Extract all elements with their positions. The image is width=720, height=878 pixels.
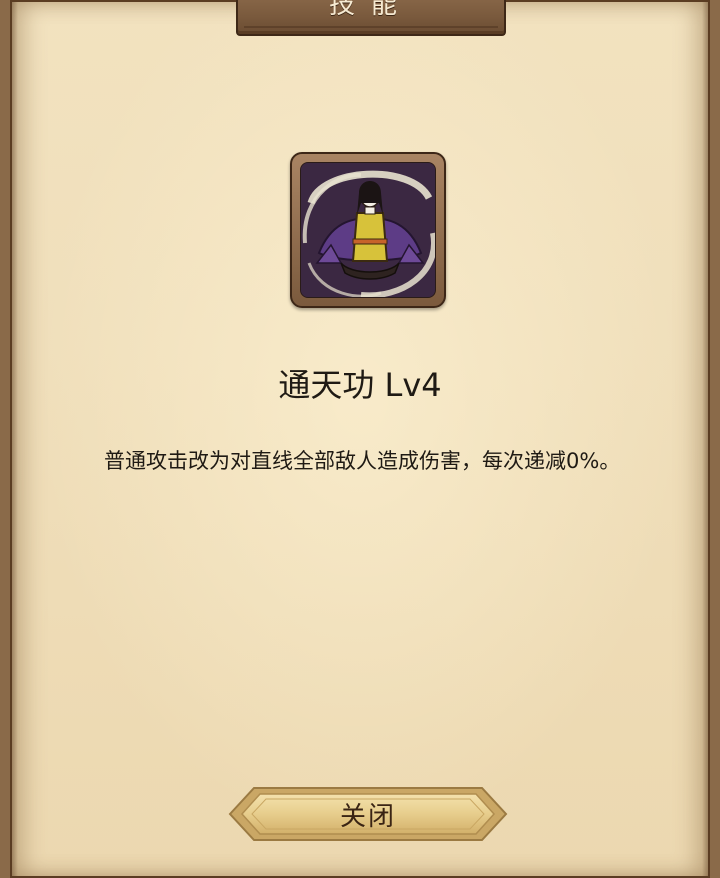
meditating-swordsman-icon <box>300 162 436 298</box>
close-button-label: 关闭 <box>339 802 396 832</box>
close-button[interactable]: 关闭 <box>228 784 508 844</box>
skill-icon-frame <box>290 152 446 308</box>
skill-description: 普通攻击改为对直线全部敌人造成伤害，每次递减0%。 <box>104 449 621 473</box>
dialog-title: 技能 <box>328 0 413 20</box>
skill-name: 通天功 Lv4 <box>278 366 442 404</box>
title-plank: 技能 <box>236 0 506 36</box>
skill-dialog: 技能 通天功 Lv4 普通攻击改为对直线全部敌人造成伤害，每次递减0%。 关闭 <box>0 0 720 878</box>
